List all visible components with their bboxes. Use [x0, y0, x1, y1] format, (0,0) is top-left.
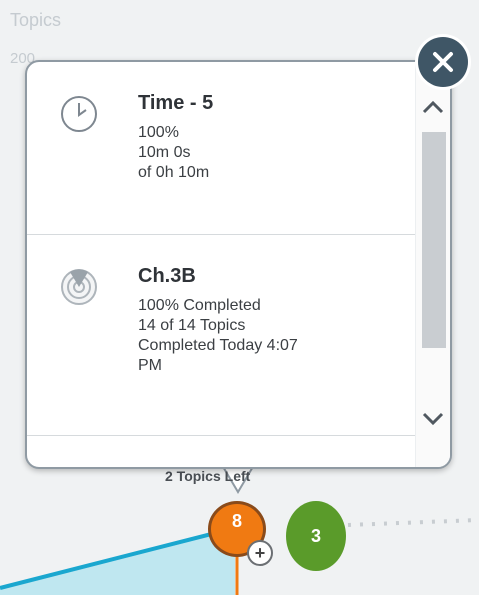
card-line: PM [138, 357, 162, 374]
scroll-up-button[interactable] [416, 90, 450, 124]
card-text: Time - 5 100% 10m 0s of 0h 10m [138, 92, 213, 183]
add-node-button[interactable]: + [247, 540, 273, 566]
topics-left-label: 2 Topics Left [165, 468, 251, 484]
card-line: 14 of 14 Topics [138, 317, 246, 334]
node-count: 8 [231, 511, 242, 531]
popup-card-list[interactable]: Time - 5 100% 10m 0s of 0h 10m Ch.3B 100… [27, 62, 415, 467]
card-line: 100% [138, 124, 179, 141]
chevron-up-icon [422, 100, 444, 114]
card-line: of 0h 10m [138, 164, 210, 181]
topic-detail-popup: Time - 5 100% 10m 0s of 0h 10m Ch.3B 100… [25, 60, 452, 469]
topics-axis-label: Topics [10, 10, 62, 30]
list-item[interactable]: Time - 5 100% 10m 0s of 0h 10m [27, 62, 415, 235]
card-line: 100% Completed [138, 297, 261, 314]
topic-node-green[interactable]: 3 [286, 501, 346, 571]
card-title: Ch.3B [138, 265, 196, 287]
node-count: 3 [310, 525, 321, 546]
card-line: Completed Today 4:07 [138, 337, 298, 354]
plus-icon: + [254, 543, 266, 563]
card-text: Ch.3B 100% Completed 14 of 14 Topics Com… [138, 265, 298, 376]
close-button[interactable] [418, 37, 468, 87]
scrollbar-thumb[interactable] [422, 132, 446, 348]
chevron-down-icon [422, 412, 444, 426]
clock-icon [61, 96, 97, 132]
close-icon [433, 52, 453, 72]
popup-scrollbar[interactable] [415, 62, 450, 467]
list-item[interactable]: Ch.3B 100% Completed 14 of 14 Topics Com… [27, 235, 415, 436]
card-line: 10m 0s [138, 144, 191, 161]
scroll-down-button[interactable] [416, 402, 450, 436]
card-title: Time - 5 [138, 92, 214, 114]
target-progress-icon [61, 269, 97, 305]
